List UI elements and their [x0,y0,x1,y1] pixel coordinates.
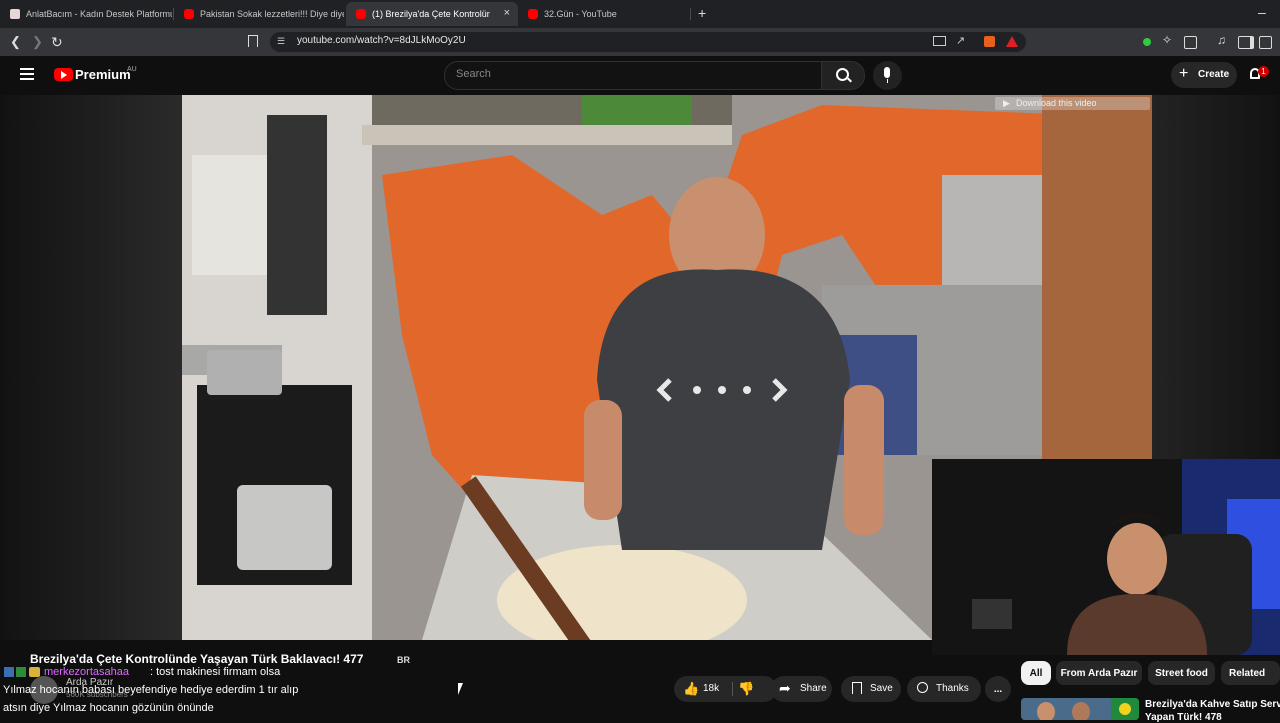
thanks-button[interactable]: Thanks [907,676,981,702]
download-label: Download this video [1016,98,1097,108]
minimize-window-button[interactable]: – [1258,4,1266,20]
streamer-webcam-overlay [932,459,1280,655]
chat-emote-icon [29,667,40,677]
chip-related[interactable]: Related [1221,661,1280,685]
chip-all[interactable]: All [1021,661,1051,685]
like-count[interactable]: 18k [703,683,719,694]
bookmark-icon[interactable] [248,35,258,47]
super-thanks-icon [917,682,928,693]
dislike-thumb-icon[interactable]: 👎 [738,681,754,697]
chat-badge-icon [16,667,26,677]
new-tab-button[interactable]: + [698,5,706,21]
save-label: Save [870,683,893,694]
share-label: Share [800,683,827,694]
create-label: Create [1198,69,1230,80]
download-video-button[interactable]: ▶ Download this video [995,97,1150,110]
youtube-premium-wordmark[interactable]: Premium [75,67,131,82]
chip-street-food[interactable]: Street food [1148,661,1215,685]
chat-message-line: atsın diye Yılmaz hocanın gözünün önünde [3,702,214,714]
hamburger-menu-icon[interactable] [20,68,34,83]
media-controls-icon[interactable]: ♫ [1217,33,1226,47]
back-arrow-icon[interactable]: ❮ [10,34,21,50]
video-title: Brezilya'da Çete Kontrolünde Yaşayan Tür… [30,652,364,666]
brave-shield-icon[interactable] [984,36,995,47]
extension-status-icon[interactable] [1143,38,1151,46]
tab-brezilya-active[interactable]: (1) Brezilya'da Çete Kontrolünde × [346,2,518,26]
tab-title: AnlatBacım - Kadın Destek Platformu [26,9,172,19]
tab-title: (1) Brezilya'da Çete Kontrolünde [372,9,490,19]
like-thumb-icon[interactable]: 👍 [683,681,699,697]
share-arrow-icon: ➦ [779,680,791,696]
save-bookmark-icon [852,682,862,694]
chat-message-line: Yılmaz hocanın babası beyefendiye hediye… [3,684,299,696]
search-icon-handle [847,77,852,83]
youtube-favicon-icon [528,9,538,19]
more-actions-button[interactable]: ... [985,676,1011,702]
related-video-thumbnail[interactable] [1021,698,1139,720]
chip-from-arda-pazir[interactable]: From Arda Pazır [1056,661,1142,685]
site-info-icon[interactable]: ☰ [277,36,285,47]
youtube-favicon-icon [184,9,194,19]
tab-32-gun[interactable]: 32.Gün - YouTube [518,2,688,26]
title-country-flag: BR [397,655,410,665]
reload-icon[interactable]: ↻ [51,34,63,50]
brave-rewards-icon[interactable] [1006,36,1018,47]
tab-title: Pakistan Sokak lezzetleri!!! Diye diye [200,9,344,19]
share-page-icon[interactable]: ↗ [956,34,965,47]
search-placeholder: Search [456,68,491,80]
microphone-icon [884,67,890,78]
tab-separator [690,8,691,20]
related-video-title-line2[interactable]: Yapan Türk! 478 [1145,712,1222,723]
extensions-icon[interactable]: ✧ [1162,33,1172,47]
webcam-scene-illustration [932,459,1280,655]
forward-arrow-icon[interactable]: ❯ [32,34,43,50]
tab-pakistan[interactable]: Pakistan Sokak lezzetleri!!! Diye diye [174,2,344,26]
close-tab-icon[interactable]: × [504,7,510,19]
tab-search-icon[interactable] [1184,36,1197,49]
region-code: AU [127,66,137,73]
url-text[interactable]: youtube.com/watch?v=8dJLkMoOy2U [297,35,466,46]
share-button[interactable]: ➦ Share [771,676,832,702]
tab-anlatbacim[interactable]: AnlatBacım - Kadın Destek Platformu [0,2,172,26]
tab-title: 32.Gün - YouTube [544,9,617,19]
divider [732,682,733,696]
sidebar-toggle-icon[interactable] [1238,36,1254,49]
search-button[interactable] [821,61,865,90]
chat-badge-icon [4,667,14,677]
plus-icon: + [1179,65,1189,82]
like-dislike-group: 👍 18k 👎 [674,676,777,702]
notification-count-badge: 1 [1258,66,1269,77]
download-play-icon: ▶ [1003,98,1010,108]
save-button[interactable]: Save [841,676,901,702]
browser-tab-bar: AnlatBacım - Kadın Destek Platformu Paki… [0,0,1280,28]
search-input[interactable] [444,61,822,90]
related-video-title[interactable]: Brezilya'da Kahve Satıp Servet [1145,699,1280,710]
youtube-favicon-icon [356,9,366,19]
voice-search-button[interactable] [873,61,902,90]
play-triangle-icon [61,71,67,79]
microphone-stand [887,79,888,83]
wallet-icon[interactable] [1259,36,1272,49]
chat-message: : tost makinesi firmam olsa [150,666,281,678]
thanks-label: Thanks [936,683,969,694]
related-thumbnail-illustration [1021,698,1139,720]
mouse-cursor-icon [458,683,463,695]
site-favicon-icon [10,9,20,19]
install-app-icon[interactable] [933,36,946,46]
